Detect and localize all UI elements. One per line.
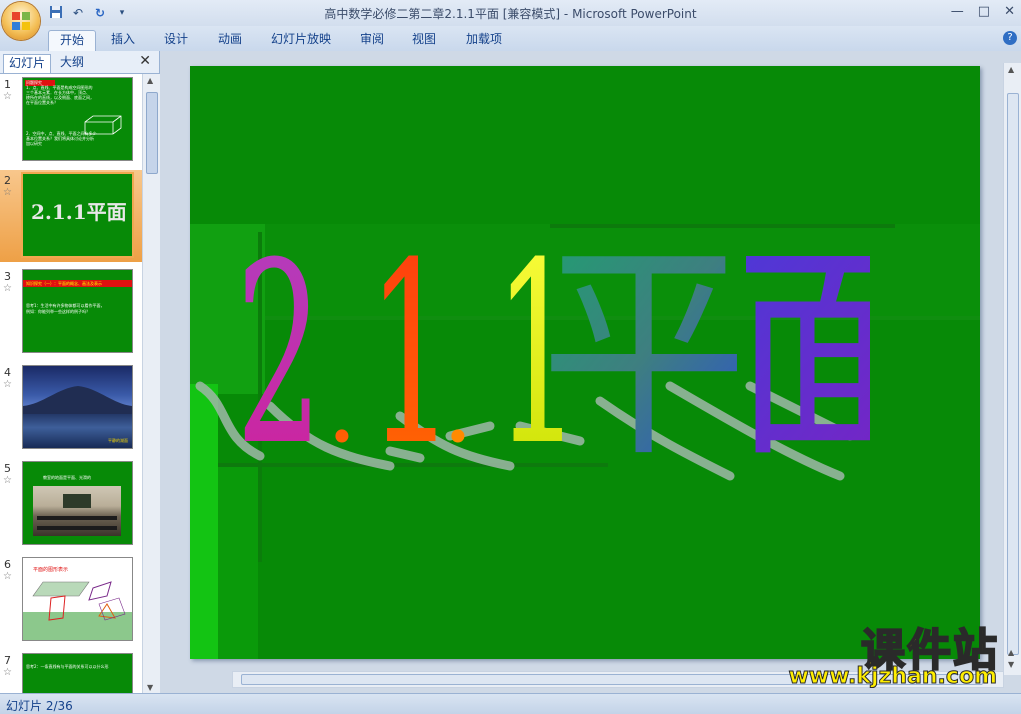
pane-tabs: 幻灯片 大纲 ✕ [0,51,159,74]
mountain-image [23,386,132,414]
minimize-icon[interactable]: — [951,4,964,19]
thumbnail-item[interactable]: 7 ☆ 思考2：一条直线有与平面的关系可以以什么形 [0,650,142,694]
tab-animation[interactable]: 动画 [211,30,249,50]
star-icon: ☆ [3,475,12,486]
scrollbar-thumb[interactable] [1007,93,1019,655]
editor-vertical-scrollbar[interactable]: ▲ ▲ ▼ [1003,63,1021,675]
thumb-title: 2.1.1平面 [31,200,127,224]
slide-counter: 幻灯片 2/36 [6,699,73,713]
slide-thumbnail-5[interactable]: 教室的地面是平面、光滑的 [23,462,132,544]
thumb-text: 知识探究（一）：平面的概念、画法及表示 [26,281,102,286]
tab-home[interactable]: 开始 [48,30,96,51]
thumb-caption: 平静的湖面 [108,438,128,443]
tab-review[interactable]: 审阅 [353,30,391,50]
close-pane-icon[interactable]: ✕ [139,53,151,69]
title-char: 平 [541,221,748,486]
slide-title[interactable]: 2 . 1 . 1 平 面 [230,196,871,486]
star-icon: ☆ [3,187,12,198]
scrollbar-thumb[interactable] [146,92,158,174]
tab-slides[interactable]: 幻灯片 [3,54,52,73]
slide-number: 5 [4,462,11,475]
thumb-text: 问题探究 1．点、直线、平面是构成空间图形的 三个基本元素．在长方体中，顶点、 … [26,80,97,146]
thumbnail-item[interactable]: 3 ☆ 知识探究（一）：平面的概念、画法及表示 思考1：生活中有许多物体都可以看… [0,266,142,358]
tab-design[interactable]: 设计 [157,30,195,50]
star-icon: ☆ [3,667,12,678]
slide-number: 6 [4,558,11,571]
scroll-down-icon[interactable]: ▼ [147,683,153,692]
thumbnail-item[interactable]: 5 ☆ 教室的地面是平面、光滑的 [0,458,142,550]
status-bar: 幻灯片 2/36 [0,693,1021,714]
slide-thumbnail-4[interactable]: 平静的湖面 [23,366,132,448]
window-controls: — □ ✕ [951,4,1015,19]
thumbnail-list: 1 ☆ 问题探究 1．点、直线、平面是构成空间图形的 三个基本元素．在长方体中，… [0,74,142,694]
star-icon: ☆ [3,571,12,582]
scroll-up-icon[interactable]: ▲ [1008,65,1014,74]
thumbnail-item[interactable]: 4 ☆ 平静的湖面 [0,362,142,454]
watermark: 课件站 www.kjzhan.com [761,614,1001,690]
tab-addins[interactable]: 加载项 [458,30,510,50]
slide-number: 3 [4,270,11,283]
thumbnail-scrollbar[interactable]: ▲ ▼ [142,74,160,694]
title-bar: ↶ ↻ ▾ 高中数学必修二第二章2.1.1平面 [兼容模式] - Microso… [0,0,1021,40]
help-icon[interactable]: ? [1003,31,1017,45]
star-icon: ☆ [3,91,12,102]
title-char: 面 [734,221,870,486]
thumbnail-item[interactable]: 6 ☆ 平面的图形表示 [0,554,142,646]
scroll-up-icon[interactable]: ▲ [147,76,153,85]
watermark-url: www.kjzhan.com [788,664,998,690]
office-button[interactable] [2,2,40,40]
slide-number: 2 [4,174,11,187]
title-char: . [442,348,474,465]
tab-insert[interactable]: 插入 [104,30,142,50]
slide-canvas[interactable]: 2 . 1 . 1 平 面 [190,66,980,659]
slide-thumbnail-1[interactable]: 问题探究 1．点、直线、平面是构成空间图形的 三个基本元素．在长方体中，顶点、 … [23,78,132,160]
tab-view[interactable]: 视图 [405,30,443,50]
thumbnail-item[interactable]: 1 ☆ 问题探究 1．点、直线、平面是构成空间图形的 三个基本元素．在长方体中，… [0,74,142,166]
slide-thumbnail-2[interactable]: 2.1.1平面 [23,174,132,256]
slide-thumbnail-3[interactable]: 知识探究（一）：平面的概念、画法及表示 思考1：生活中有许多物体都可以看作平面，… [23,270,132,352]
star-icon: ☆ [3,379,12,390]
slide-thumbnail-6[interactable]: 平面的图形表示 [23,558,132,640]
window-title: 高中数学必修二第二章2.1.1平面 [兼容模式] - Microsoft Pow… [324,7,697,21]
next-slide-icon[interactable]: ▼ [1008,660,1014,669]
slide-editor: 2 . 1 . 1 平 面 ▲ ▲ ▼ [160,51,1021,694]
office-logo-icon [12,12,30,30]
box-diagram-icon [84,115,122,135]
slide-number: 1 [4,78,11,91]
thumbnail-item[interactable]: 2 ☆ 2.1.1平面 [0,170,142,262]
plane-shapes-icon [32,581,126,621]
title-char: . [326,348,358,465]
slide-thumbnail-7[interactable]: 思考2：一条直线有与平面的关系可以以什么形 [23,654,132,694]
prev-slide-icon[interactable]: ▲ [1008,648,1014,657]
thumb-caption: 教室的地面是平面、光滑的 [43,475,91,480]
classroom-image [33,486,121,536]
slide-number: 7 [4,654,11,667]
close-icon[interactable]: ✕ [1004,4,1015,19]
thumb-text: 思考1：生活中有许多物体都可以看作平面， 例如：你能列举一些这样的例子吗？ [26,303,105,314]
bg-block [218,466,258,659]
ribbon-tabs: 开始 插入 设计 动画 幻灯片放映 审阅 视图 加载项 [0,26,1021,52]
slides-pane: 幻灯片 大纲 ✕ 1 ☆ 问题探究 1．点、直线、平面是构成空间图形的 三个基本… [0,51,160,694]
tab-slideshow[interactable]: 幻灯片放映 [264,30,338,50]
title-char: 2 [236,209,323,486]
maximize-icon[interactable]: □ [978,4,990,19]
star-icon: ☆ [3,283,12,294]
tab-outline[interactable]: 大纲 [55,54,89,72]
slide-number: 4 [4,366,11,379]
thumb-caption: 平面的图形表示 [33,567,69,573]
thumb-text: 思考2：一条直线有与平面的关系可以以什么形 [26,664,109,669]
